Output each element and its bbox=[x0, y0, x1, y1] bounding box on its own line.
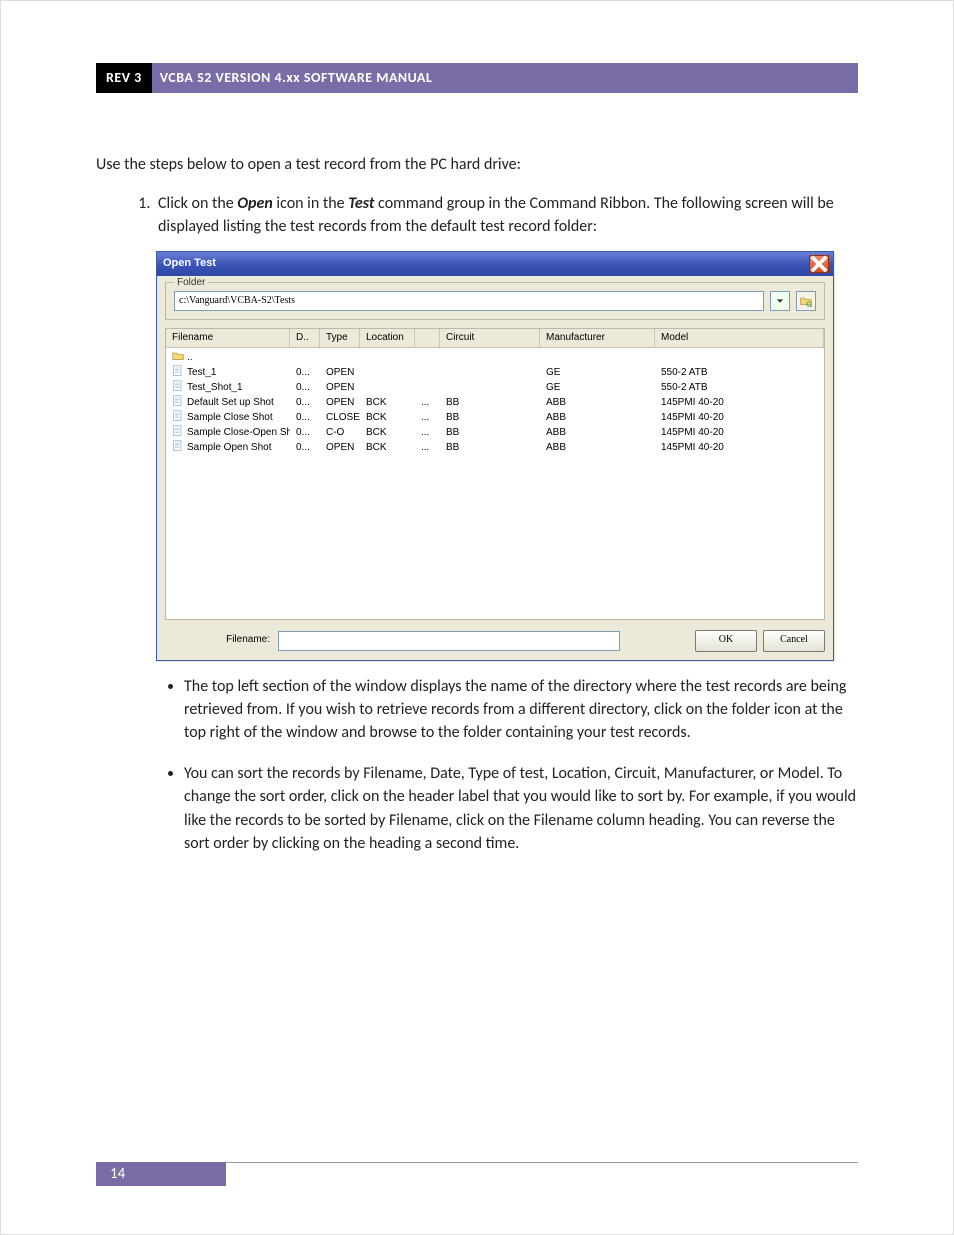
file-icon bbox=[172, 395, 184, 407]
header-location2[interactable] bbox=[415, 329, 440, 348]
header-location[interactable]: Location bbox=[360, 329, 415, 348]
list-item[interactable]: Sample Close Shot0...CLOSEBCK...BBABB145… bbox=[166, 410, 824, 425]
file-list: Filename D.. Type Location Circuit Manuf… bbox=[165, 328, 825, 620]
chevron-down-icon[interactable] bbox=[770, 291, 790, 311]
list-up-row[interactable]: .. bbox=[166, 350, 824, 365]
open-test-dialog: Open Test Folder bbox=[156, 251, 834, 661]
rev-label: REV 3 bbox=[96, 63, 152, 93]
file-icon bbox=[172, 425, 184, 437]
file-icon bbox=[172, 365, 184, 377]
file-icon bbox=[172, 410, 184, 422]
header-filename[interactable]: Filename bbox=[166, 329, 290, 348]
info-bullets: The top left section of the window displ… bbox=[96, 675, 858, 855]
step-list: Click on the Open icon in the Test comma… bbox=[96, 192, 858, 238]
dialog-titlebar[interactable]: Open Test bbox=[157, 252, 833, 276]
cancel-button[interactable]: Cancel bbox=[763, 630, 825, 652]
bullet-1: The top left section of the window displ… bbox=[184, 675, 858, 745]
filename-label: Filename: bbox=[165, 633, 272, 648]
list-item[interactable]: Sample Close-Open Shot0...C-OBCK...BBABB… bbox=[166, 425, 824, 440]
step-1: Click on the Open icon in the Test comma… bbox=[154, 192, 858, 238]
header-manufacturer[interactable]: Manufacturer bbox=[540, 329, 655, 348]
list-header: Filename D.. Type Location Circuit Manuf… bbox=[166, 329, 824, 349]
filename-input[interactable] bbox=[278, 631, 620, 651]
list-item[interactable]: Default Set up Shot0...OPENBCK...BBABB14… bbox=[166, 395, 824, 410]
folder-path-input[interactable] bbox=[174, 291, 764, 311]
header-type[interactable]: Type bbox=[320, 329, 360, 348]
file-icon bbox=[172, 440, 184, 452]
list-item[interactable]: Sample Open Shot0...OPENBCK...BBABB145PM… bbox=[166, 440, 824, 455]
ok-button[interactable]: OK bbox=[695, 630, 757, 652]
folder-browse-icon[interactable] bbox=[796, 291, 816, 311]
file-icon bbox=[172, 380, 184, 392]
folder-legend: Folder bbox=[174, 276, 208, 291]
intro-text: Use the steps below to open a test recor… bbox=[96, 153, 858, 176]
close-icon[interactable] bbox=[809, 255, 829, 273]
footer-rule bbox=[226, 1162, 858, 1186]
page-number: 14 bbox=[96, 1162, 226, 1186]
folder-up-icon bbox=[172, 350, 184, 362]
header-date[interactable]: D.. bbox=[290, 329, 320, 348]
bullet-2: You can sort the records by Filename, Da… bbox=[184, 762, 858, 855]
list-item[interactable]: Test_Shot_10...OPENGE550-2 ATB bbox=[166, 380, 824, 395]
manual-title: VCBA S2 VERSION 4.xx SOFTWARE MANUAL bbox=[152, 63, 858, 93]
folder-fieldset: Folder bbox=[165, 282, 825, 320]
header-model[interactable]: Model bbox=[655, 329, 824, 348]
header-circuit[interactable]: Circuit bbox=[440, 329, 540, 348]
list-item[interactable]: Test_10...OPENGE550-2 ATB bbox=[166, 365, 824, 380]
dialog-title: Open Test bbox=[163, 256, 216, 272]
page-header: REV 3 VCBA S2 VERSION 4.xx SOFTWARE MANU… bbox=[96, 63, 858, 93]
page-footer: 14 bbox=[96, 1162, 858, 1186]
